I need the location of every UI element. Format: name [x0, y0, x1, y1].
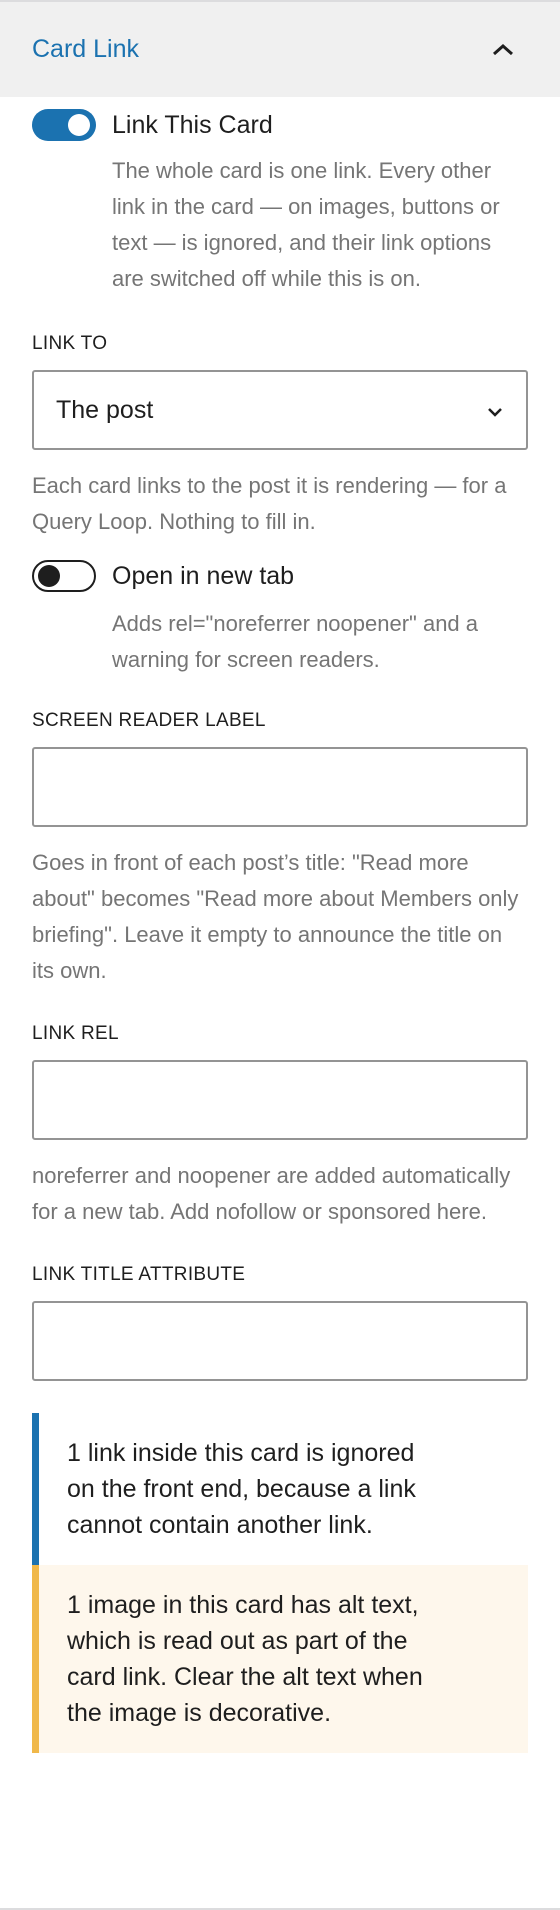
chevron-up-icon[interactable] — [488, 35, 518, 65]
link-rel-help: noreferrer and noopener are added automa… — [32, 1163, 511, 1224]
new-tab-row: Open in new tab — [32, 560, 528, 592]
toggle-knob — [38, 565, 60, 587]
panel-title: Card Link — [32, 35, 139, 63]
info-notice-text: 1 link inside this card is ignored on th… — [67, 1439, 416, 1539]
link-title-label: Link title attribute — [32, 1264, 246, 1285]
card-link-panel: Card Link Link This Card The whole card … — [0, 0, 560, 1910]
screen-reader-label-help: Goes in front of each post’s title: "Rea… — [32, 850, 519, 983]
link-rel-label: Link rel — [32, 1023, 119, 1044]
link-to-label: Link to — [32, 333, 108, 354]
warning-notice: 1 image in this card has alt text, which… — [32, 1565, 528, 1753]
screen-reader-label-input[interactable] — [32, 747, 528, 827]
link-to-select[interactable]: The post — [32, 370, 528, 450]
panel-body: Link This Card The whole card is one lin… — [0, 109, 560, 1753]
link-card-help: The whole card is one link. Every other … — [112, 158, 500, 291]
chevron-down-icon — [486, 396, 504, 425]
new-tab-label: Open in new tab — [112, 561, 295, 590]
warning-notice-text: 1 image in this card has alt text, which… — [67, 1591, 423, 1727]
info-notice: 1 link inside this card is ignored on th… — [32, 1413, 528, 1565]
link-card-toggle[interactable] — [32, 109, 96, 141]
link-card-label: Link This Card — [112, 110, 273, 139]
link-rel-input[interactable] — [32, 1060, 528, 1140]
panel-header[interactable]: Card Link — [0, 2, 560, 97]
new-tab-toggle[interactable] — [32, 560, 96, 592]
new-tab-help: Adds rel="noreferrer noopener" and a war… — [112, 611, 479, 672]
link-title-input[interactable] — [32, 1301, 528, 1381]
screen-reader-label-label: Screen reader label — [32, 710, 266, 731]
link-to-help: Each card links to the post it is render… — [32, 473, 507, 534]
link-to-value: The post — [56, 395, 154, 424]
link-card-row: Link This Card — [32, 109, 528, 141]
toggle-knob — [68, 114, 90, 136]
